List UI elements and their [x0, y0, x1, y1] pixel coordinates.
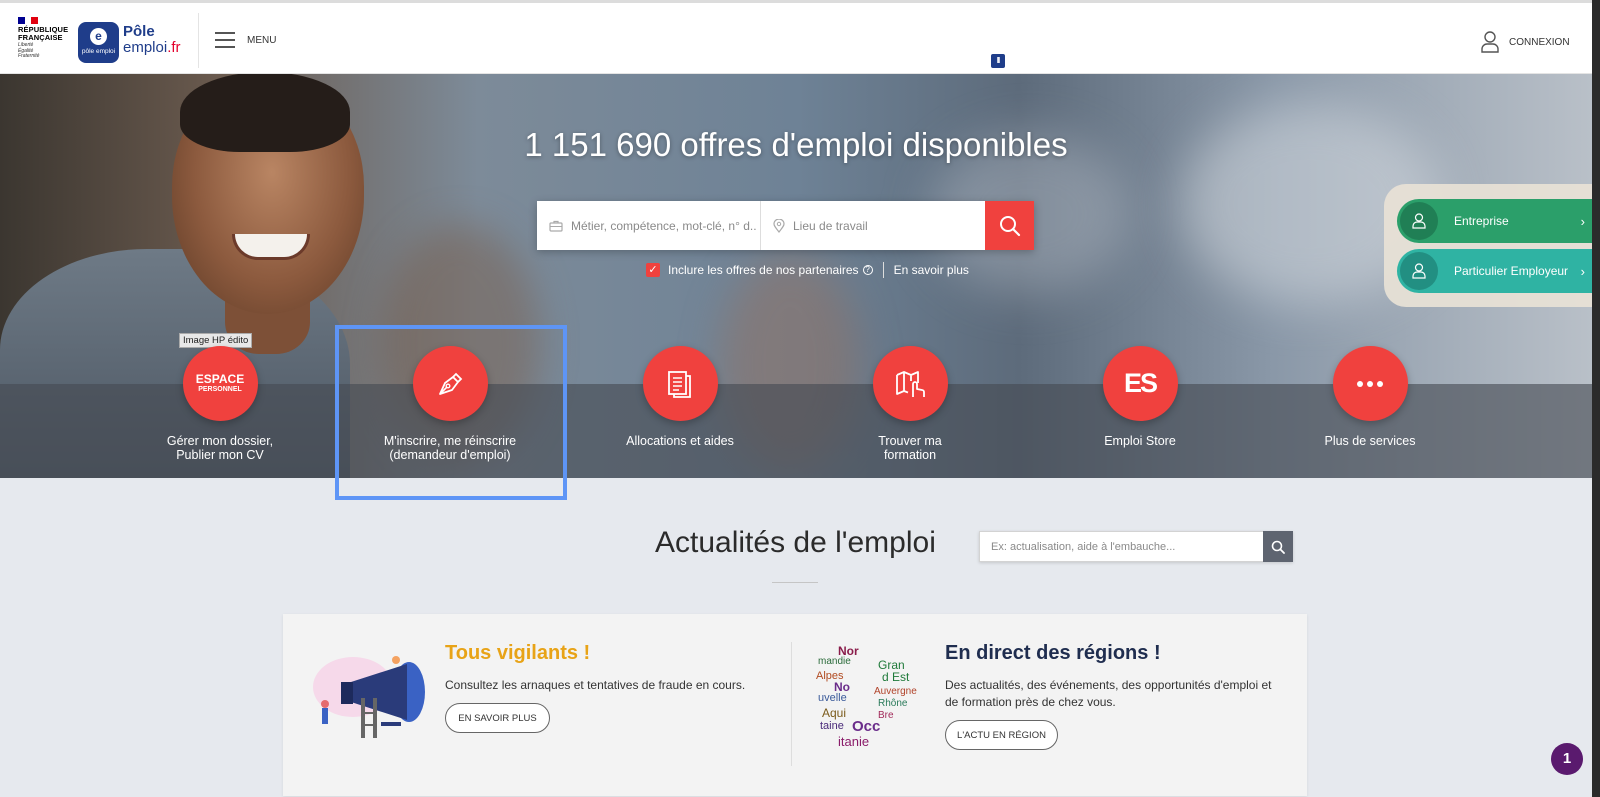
map-word: Rhône: [878, 698, 908, 709]
espace-personnel-icon: ESPACE PERSONNEL: [182, 346, 258, 421]
map-hand-icon: [872, 346, 948, 421]
pole-emploi-wordmark[interactable]: Pôle emploi.fr: [123, 24, 181, 56]
tile-allocations[interactable]: Allocations et aides: [565, 346, 795, 448]
vigilance-card-title: Tous vigilants !: [445, 642, 591, 664]
help-icon[interactable]: ?: [862, 265, 873, 275]
user-icon: [1400, 202, 1438, 240]
news-search-input[interactable]: [979, 531, 1263, 562]
actu-en-region-button[interactable]: L'ACTU EN RÉGION: [945, 720, 1058, 750]
hamburger-icon: [215, 32, 235, 48]
carousel-pause-button[interactable]: II: [991, 54, 1005, 68]
map-word: mandie: [818, 656, 851, 667]
chevron-right-icon: ›: [1580, 213, 1585, 229]
document-icon: [642, 346, 718, 421]
news-section-title: Actualités de l'emploi: [655, 526, 936, 559]
french-flag-icon: [18, 17, 39, 24]
tile-label: Allocations et aides: [626, 434, 734, 448]
menu-button[interactable]: MENU: [215, 32, 276, 48]
particulier-employeur-button[interactable]: Particulier Employeur ›: [1397, 249, 1592, 293]
regions-card-title: En direct des régions !: [945, 642, 1161, 664]
audience-shortcuts: Entreprise › Particulier Employeur ›: [1384, 184, 1592, 307]
partner-offers-label: Inclure les offres de nos partenaires: [668, 263, 859, 277]
tile-label: Emploi Store: [1104, 434, 1176, 448]
map-word: uvelle: [818, 692, 847, 704]
tile-label: Gérer mon dossier, Publier mon CV: [166, 434, 274, 462]
search-button[interactable]: [985, 201, 1034, 250]
news-search-bar: [979, 531, 1293, 562]
megaphone-illustration: [313, 656, 425, 738]
partners-divider: [882, 262, 884, 278]
job-search-bar: [537, 201, 1034, 250]
logo-tld: .fr: [167, 39, 181, 56]
selection-highlight-box: [335, 325, 567, 500]
entreprise-label: Entreprise: [1454, 214, 1509, 228]
tile-emploi-store[interactable]: ES Emploi Store: [1025, 346, 1255, 448]
france-regions-word-map: Nor mandie Gran d Est Alpes No Auvergne …: [816, 644, 921, 749]
map-word: Aqui: [822, 706, 847, 720]
vigilance-card-text: Consultez les arnaques et tentatives de …: [445, 678, 746, 692]
job-keyword-input[interactable]: [571, 218, 756, 233]
offers-headline: 1 151 690 offres d'emploi disponibles: [524, 126, 1068, 163]
briefcase-icon: [549, 220, 563, 232]
scrollbar[interactable]: [1592, 0, 1600, 797]
menu-label: MENU: [247, 34, 277, 46]
pole-emploi-logo-badge[interactable]: e pôle emploi: [78, 22, 119, 63]
search-icon: [999, 215, 1020, 236]
user-icon: [1481, 31, 1499, 53]
particulier-employeur-label: Particulier Employeur: [1454, 264, 1569, 278]
login-button[interactable]: CONNEXION: [1481, 31, 1570, 53]
map-word: d Est: [882, 670, 910, 684]
republique-francaise-logo[interactable]: RÉPUBLIQUE FRANÇAISE Liberté Égalité Fra…: [18, 17, 70, 65]
republic-line2: FRANÇAISE: [18, 33, 63, 42]
espace-icon-text: ESPACE: [195, 372, 245, 386]
location-input[interactable]: [793, 218, 978, 233]
login-label: CONNEXION: [1509, 36, 1570, 48]
location-field[interactable]: [761, 201, 985, 250]
tile-formation[interactable]: Trouver ma formation: [795, 346, 1025, 462]
pole-emploi-logo-icon: e: [90, 28, 107, 45]
search-icon: [1271, 540, 1285, 554]
location-pin-icon: [773, 218, 785, 233]
job-keyword-field[interactable]: [537, 201, 761, 250]
card-divider: [791, 642, 792, 766]
tile-plus-de-services[interactable]: Plus de services: [1255, 346, 1485, 448]
entreprise-button[interactable]: Entreprise ›: [1397, 199, 1592, 243]
map-word: Occ: [852, 718, 881, 735]
regions-card-text: Des actualités, des événements, des oppo…: [945, 678, 1272, 709]
espace-icon-subtext: PERSONNEL: [198, 386, 242, 393]
site-header: RÉPUBLIQUE FRANÇAISE Liberté Égalité Fra…: [0, 0, 1592, 74]
chat-notification-badge[interactable]: 1: [1551, 743, 1583, 775]
logo-line2: emploi: [123, 39, 168, 56]
news-title-underline: [772, 582, 818, 583]
partner-offers-row: ✓ Inclure les offres de nos partenaires …: [646, 262, 969, 278]
more-dots-icon: [1332, 346, 1408, 421]
news-search-button[interactable]: [1263, 531, 1293, 562]
map-word: itanie: [838, 734, 870, 749]
emploi-store-icon: ES: [1102, 346, 1178, 421]
page: RÉPUBLIQUE FRANÇAISE Liberté Égalité Fra…: [0, 0, 1600, 797]
emploi-store-icon-text: ES: [1123, 368, 1158, 398]
pole-emploi-logo-small: pôle emploi: [81, 48, 116, 55]
tile-label: Plus de services: [1324, 434, 1416, 448]
hero-banner: 1 151 690 offres d'emploi disponibles Mé…: [0, 74, 1592, 478]
map-word: Auvergne: [874, 686, 917, 697]
header-divider: [198, 13, 199, 68]
tile-label: Trouver ma formation: [878, 434, 942, 462]
en-savoir-plus-button[interactable]: EN SAVOIR PLUS: [445, 703, 550, 733]
user-icon: [1400, 252, 1438, 290]
motto-fraternite: Fraternité: [18, 53, 40, 59]
logo-line1: Pôle: [123, 23, 155, 40]
partners-more-link[interactable]: En savoir plus: [894, 263, 969, 277]
news-cards: Tous vigilants ! Consultez les arnaques …: [283, 614, 1307, 796]
map-word: taine: [820, 720, 844, 732]
partner-offers-checkbox[interactable]: ✓: [646, 263, 660, 277]
chevron-right-icon: ›: [1580, 263, 1585, 279]
tile-espace-personnel[interactable]: ESPACE PERSONNEL Gérer mon dossier, Publi…: [105, 346, 335, 462]
